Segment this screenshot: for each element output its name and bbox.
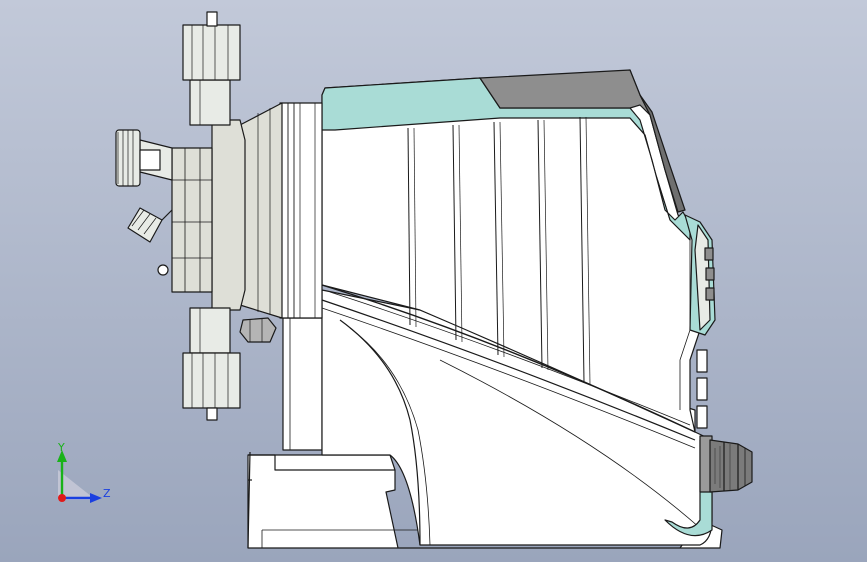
adjust-knob	[127, 207, 173, 243]
drive-flange	[279, 102, 323, 319]
panel-button-icon	[705, 267, 715, 281]
head-bolt-icon	[157, 264, 169, 276]
panel-button-icon	[704, 247, 714, 261]
pump-body-pillar	[282, 317, 323, 451]
coordinate-triad: Y Z	[57, 441, 111, 503]
bleed-valve-knob	[115, 129, 161, 187]
y-axis-label: Y	[57, 441, 65, 454]
drain-nut	[239, 317, 277, 343]
conical-adapter	[239, 102, 283, 319]
x-axis-point-icon	[58, 494, 66, 502]
pump-head	[139, 119, 246, 311]
metering-pump-model[interactable]	[115, 11, 753, 549]
cable-gland	[699, 435, 753, 493]
z-axis-label: Z	[103, 487, 111, 500]
z-axis-arrow-icon	[90, 493, 102, 503]
suction-valve	[182, 307, 241, 421]
discharge-valve	[182, 11, 241, 126]
cad-viewport[interactable]: Y Z	[0, 0, 867, 562]
panel-button-icon	[705, 287, 715, 301]
